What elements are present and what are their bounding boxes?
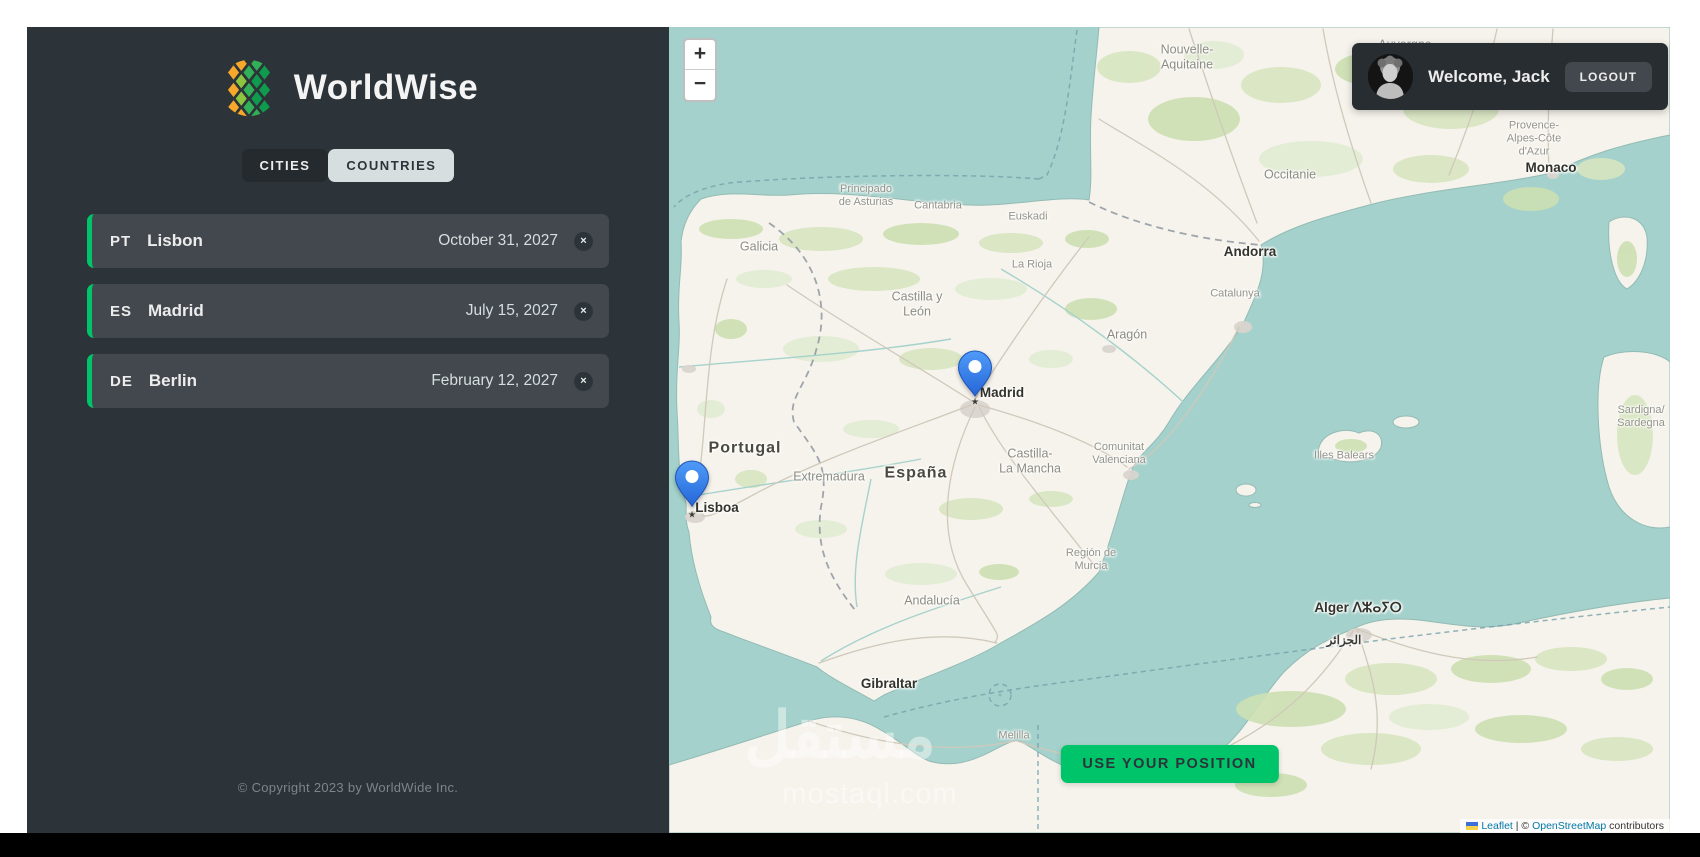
country-code: PT	[110, 232, 132, 250]
map-tiles	[669, 27, 1670, 833]
city-item-berlin[interactable]: DE Berlin February 12, 2027 ×	[87, 354, 609, 408]
bottom-bar	[0, 833, 1700, 857]
zoom-out-button[interactable]: −	[685, 70, 715, 100]
city-item-madrid[interactable]: ES Madrid July 15, 2027 ×	[87, 284, 609, 338]
leaflet-link[interactable]: Leaflet	[1481, 820, 1513, 832]
app-title: WorldWise	[293, 68, 479, 107]
openstreetmap-link[interactable]: OpenStreetMap	[1532, 820, 1606, 832]
avatar	[1368, 54, 1414, 99]
delete-city-button[interactable]: ×	[574, 301, 593, 321]
attribution-suffix: contributors	[1606, 820, 1664, 832]
city-name: Berlin	[148, 371, 198, 390]
map-marker-lisboa[interactable]	[674, 460, 710, 513]
map-canvas[interactable]: Nouvelle- AquitaineAuvergneProvence- Alp…	[669, 27, 1670, 833]
copyright-footer: © Copyright 2023 by WorldWide Inc.	[237, 780, 459, 795]
logo: WorldWise	[218, 57, 478, 119]
city-date: February 12, 2027	[431, 372, 558, 389]
worldwise-logo-icon	[220, 59, 277, 117]
tab-bar: CITIES COUNTRIES	[241, 149, 455, 182]
city-name: Madrid	[148, 301, 204, 320]
logout-button[interactable]: LOGOUT	[1564, 61, 1652, 92]
sidebar: WorldWise CITIES COUNTRIES PT Lisbon Octobe…	[27, 27, 669, 833]
city-name: Lisbon	[147, 231, 203, 250]
country-code: ES	[110, 302, 133, 320]
attribution-separator: | ©	[1512, 820, 1533, 832]
country-code: DE	[110, 372, 133, 390]
map-marker-madrid[interactable]	[957, 350, 993, 403]
use-position-button[interactable]: USE YOUR POSITION	[1060, 745, 1279, 783]
tab-cities[interactable]: CITIES	[241, 149, 329, 182]
user-bar: Welcome, Jack LOGOUT	[1352, 43, 1668, 110]
ukraine-flag-icon	[1466, 822, 1479, 830]
map-attribution: Leaflet | © OpenStreetMap contributors	[1460, 819, 1670, 833]
delete-city-button[interactable]: ×	[574, 231, 593, 251]
welcome-text: Welcome, Jack	[1428, 66, 1550, 86]
map-zoom-control: + −	[683, 38, 717, 102]
city-date: October 31, 2027	[438, 232, 558, 249]
app-window: WorldWise CITIES COUNTRIES PT Lisbon Octobe…	[27, 27, 1670, 833]
city-item-lisbon[interactable]: PT Lisbon October 31, 2027 ×	[87, 214, 609, 268]
city-date: July 15, 2027	[465, 302, 558, 319]
city-list: PT Lisbon October 31, 2027 × ES Madrid July 15…	[87, 214, 609, 408]
tab-countries[interactable]: COUNTRIES	[328, 149, 455, 182]
zoom-in-button[interactable]: +	[685, 40, 715, 70]
delete-city-button[interactable]: ×	[574, 371, 593, 391]
